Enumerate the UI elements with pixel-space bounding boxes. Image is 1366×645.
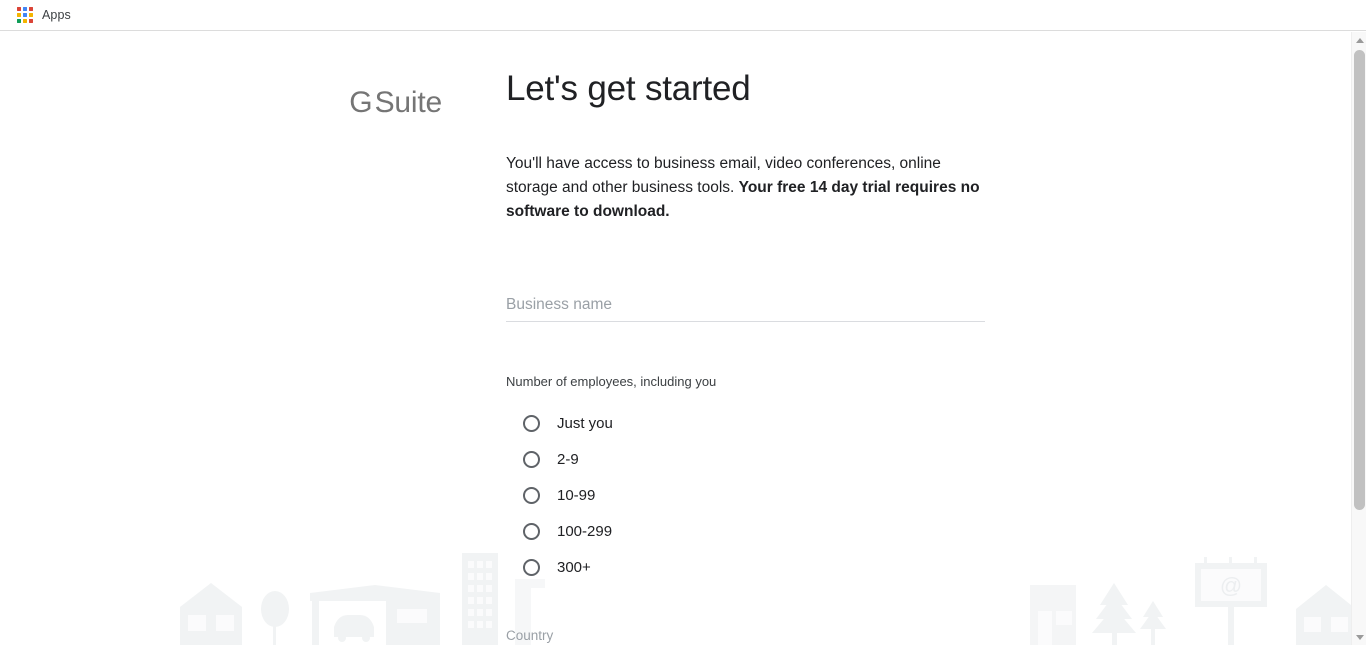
bookmark-item-apps[interactable]: Apps [13, 5, 75, 25]
scroll-up-arrow-icon [1355, 37, 1364, 43]
radio-circle-icon[interactable] [523, 487, 540, 504]
signup-content: GSuite Let's get started You'll have acc… [0, 32, 1351, 645]
gsuite-logo-g: G [349, 86, 375, 119]
radio-label: 100-299 [557, 523, 613, 540]
radio-label: Just you [557, 415, 613, 432]
scroll-up-button[interactable] [1352, 32, 1366, 48]
radio-option-10-99[interactable]: 10-99 [506, 478, 1066, 514]
scroll-down-button[interactable] [1352, 629, 1366, 645]
radio-label: 2-9 [557, 451, 579, 468]
apps-grid-icon [17, 7, 33, 23]
radio-option-300-plus[interactable]: 300+ [506, 550, 1066, 586]
radio-circle-icon[interactable] [523, 559, 540, 576]
employees-group-label: Number of employees, including you [506, 373, 717, 389]
gsuite-logo-suite: Suite [374, 86, 443, 119]
page-title: Let's get started [506, 69, 751, 108]
page-scrollbar[interactable] [1351, 32, 1366, 645]
bookmark-label-apps: Apps [42, 8, 71, 22]
radio-circle-icon[interactable] [523, 523, 540, 540]
page-viewport: @ GSuite Let's get started You'll have a… [0, 32, 1351, 645]
radio-label: 10-99 [557, 487, 596, 504]
radio-circle-icon[interactable] [523, 415, 540, 432]
brand-column: GSuite [0, 70, 506, 645]
signup-form-column: Let's get started You'll have access to … [506, 69, 1066, 645]
scroll-down-arrow-icon [1355, 634, 1364, 640]
radio-label: 300+ [557, 559, 591, 576]
gsuite-logo: GSuite [349, 86, 442, 645]
country-placeholder: Country [506, 627, 554, 643]
radio-option-just-you[interactable]: Just you [506, 406, 1066, 442]
radio-option-2-9[interactable]: 2-9 [506, 442, 1066, 478]
radio-option-100-299[interactable]: 100-299 [506, 514, 1066, 550]
business-name-field[interactable] [506, 295, 985, 322]
intro-paragraph: You'll have access to business email, vi… [506, 152, 988, 224]
employees-radio-group: Just you 2-9 10-99 100-299 300+ [506, 406, 1066, 586]
country-field[interactable]: Country [506, 628, 985, 645]
business-name-input[interactable] [506, 295, 985, 314]
radio-circle-icon[interactable] [523, 451, 540, 468]
bookmarks-bar: Apps [0, 0, 1366, 31]
scroll-thumb[interactable] [1354, 50, 1365, 510]
